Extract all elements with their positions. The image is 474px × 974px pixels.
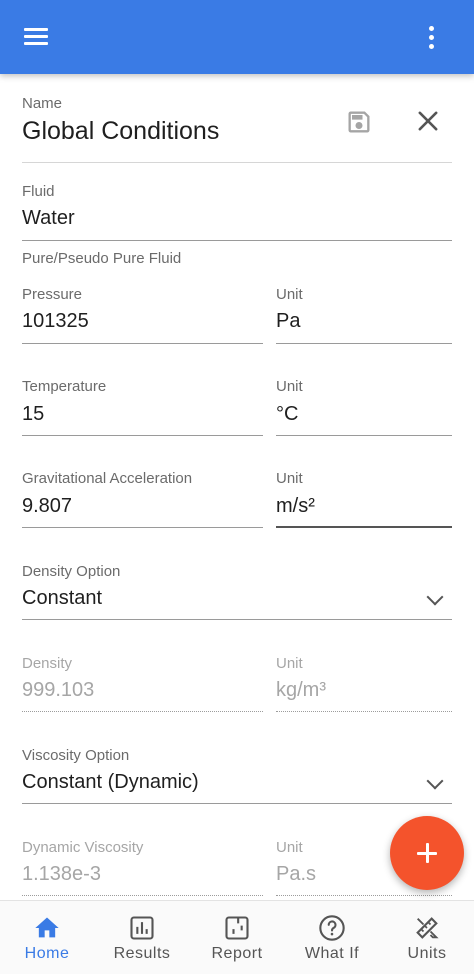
ruler-pencil-icon <box>416 917 439 939</box>
gravity-unit-label: Unit <box>276 470 303 487</box>
viscosity-unit-select: Pa.s <box>276 863 317 885</box>
fluid-underline <box>22 240 452 241</box>
app-bar <box>0 0 474 74</box>
temperature-unit-label: Unit <box>276 378 303 395</box>
gravity-label: Gravitational Acceleration <box>22 470 193 487</box>
gravity-underline <box>22 527 263 528</box>
close-icon[interactable] <box>414 107 442 140</box>
density-unit-label: Unit <box>276 655 303 672</box>
fluid-subtitle: Pure/Pseudo Pure Fluid <box>22 250 182 267</box>
nav-home-label: Home <box>24 945 70 962</box>
temperature-label: Temperature <box>22 378 107 395</box>
nav-units[interactable]: Units <box>380 901 474 974</box>
viscosity-input: 1.138e-3 <box>22 863 101 885</box>
viscosity-label: Dynamic Viscosity <box>22 839 144 856</box>
fluid-input[interactable]: Water <box>22 207 75 230</box>
save-icon[interactable] <box>345 108 373 141</box>
gravity-unit-select[interactable]: m/s² <box>276 495 315 518</box>
home-icon <box>35 917 59 938</box>
viscosity-option-select[interactable]: Constant (Dynamic) <box>22 771 199 794</box>
name-input[interactable]: Global Conditions <box>22 117 219 146</box>
viscosity-option-label: Viscosity Option <box>22 747 130 764</box>
density-label: Density <box>22 655 73 672</box>
pressure-label: Pressure <box>22 286 83 303</box>
nav-home[interactable]: Home <box>0 901 94 974</box>
add-button[interactable] <box>390 816 464 890</box>
bottom-navigation: Home Results Report What If Units <box>0 900 474 974</box>
fluid-label: Fluid <box>22 183 55 200</box>
nav-results-label: Results <box>113 945 171 962</box>
nav-units-label: Units <box>407 945 447 962</box>
temperature-underline <box>22 435 263 436</box>
gravity-input[interactable]: 9.807 <box>22 495 72 518</box>
density-option-underline <box>22 619 452 620</box>
pressure-unit-label: Unit <box>276 286 303 303</box>
temperature-unit-underline <box>276 435 452 436</box>
pressure-underline <box>22 343 263 344</box>
viscosity-underline <box>22 895 263 896</box>
nav-results[interactable]: Results <box>95 901 189 974</box>
viscosity-unit-underline <box>276 895 452 896</box>
help-circle-icon <box>319 915 345 941</box>
nav-report-label: Report <box>211 945 263 962</box>
pressure-input[interactable]: 101325 <box>22 310 89 333</box>
report-icon <box>225 916 249 940</box>
density-input: 999.103 <box>22 679 95 701</box>
density-underline <box>22 711 263 712</box>
hamburger-menu-icon[interactable] <box>20 22 54 52</box>
bar-chart-icon <box>130 916 154 940</box>
temperature-input[interactable]: 15 <box>22 403 44 426</box>
more-vert-icon[interactable] <box>416 20 446 54</box>
viscosity-unit-label: Unit <box>276 839 303 856</box>
name-divider <box>22 162 452 163</box>
viscosity-option-underline <box>22 803 452 804</box>
nav-report[interactable]: Report <box>190 901 284 974</box>
chevron-down-icon[interactable] <box>426 588 444 606</box>
gravity-unit-underline <box>276 526 452 528</box>
chevron-down-icon[interactable] <box>426 772 444 790</box>
nav-what-if-label: What If <box>304 945 360 962</box>
pressure-unit-select[interactable]: Pa <box>276 310 300 333</box>
density-option-select[interactable]: Constant <box>22 587 102 610</box>
temperature-unit-select[interactable]: °C <box>276 403 298 426</box>
form-content: Name Global Conditions Fluid Water Pure/… <box>0 74 474 900</box>
density-unit-underline <box>276 711 452 712</box>
name-label: Name <box>22 95 63 112</box>
pressure-unit-underline <box>276 343 452 344</box>
nav-what-if[interactable]: What If <box>285 901 379 974</box>
density-unit-select: kg/m³ <box>276 679 326 701</box>
density-option-label: Density Option <box>22 563 121 580</box>
